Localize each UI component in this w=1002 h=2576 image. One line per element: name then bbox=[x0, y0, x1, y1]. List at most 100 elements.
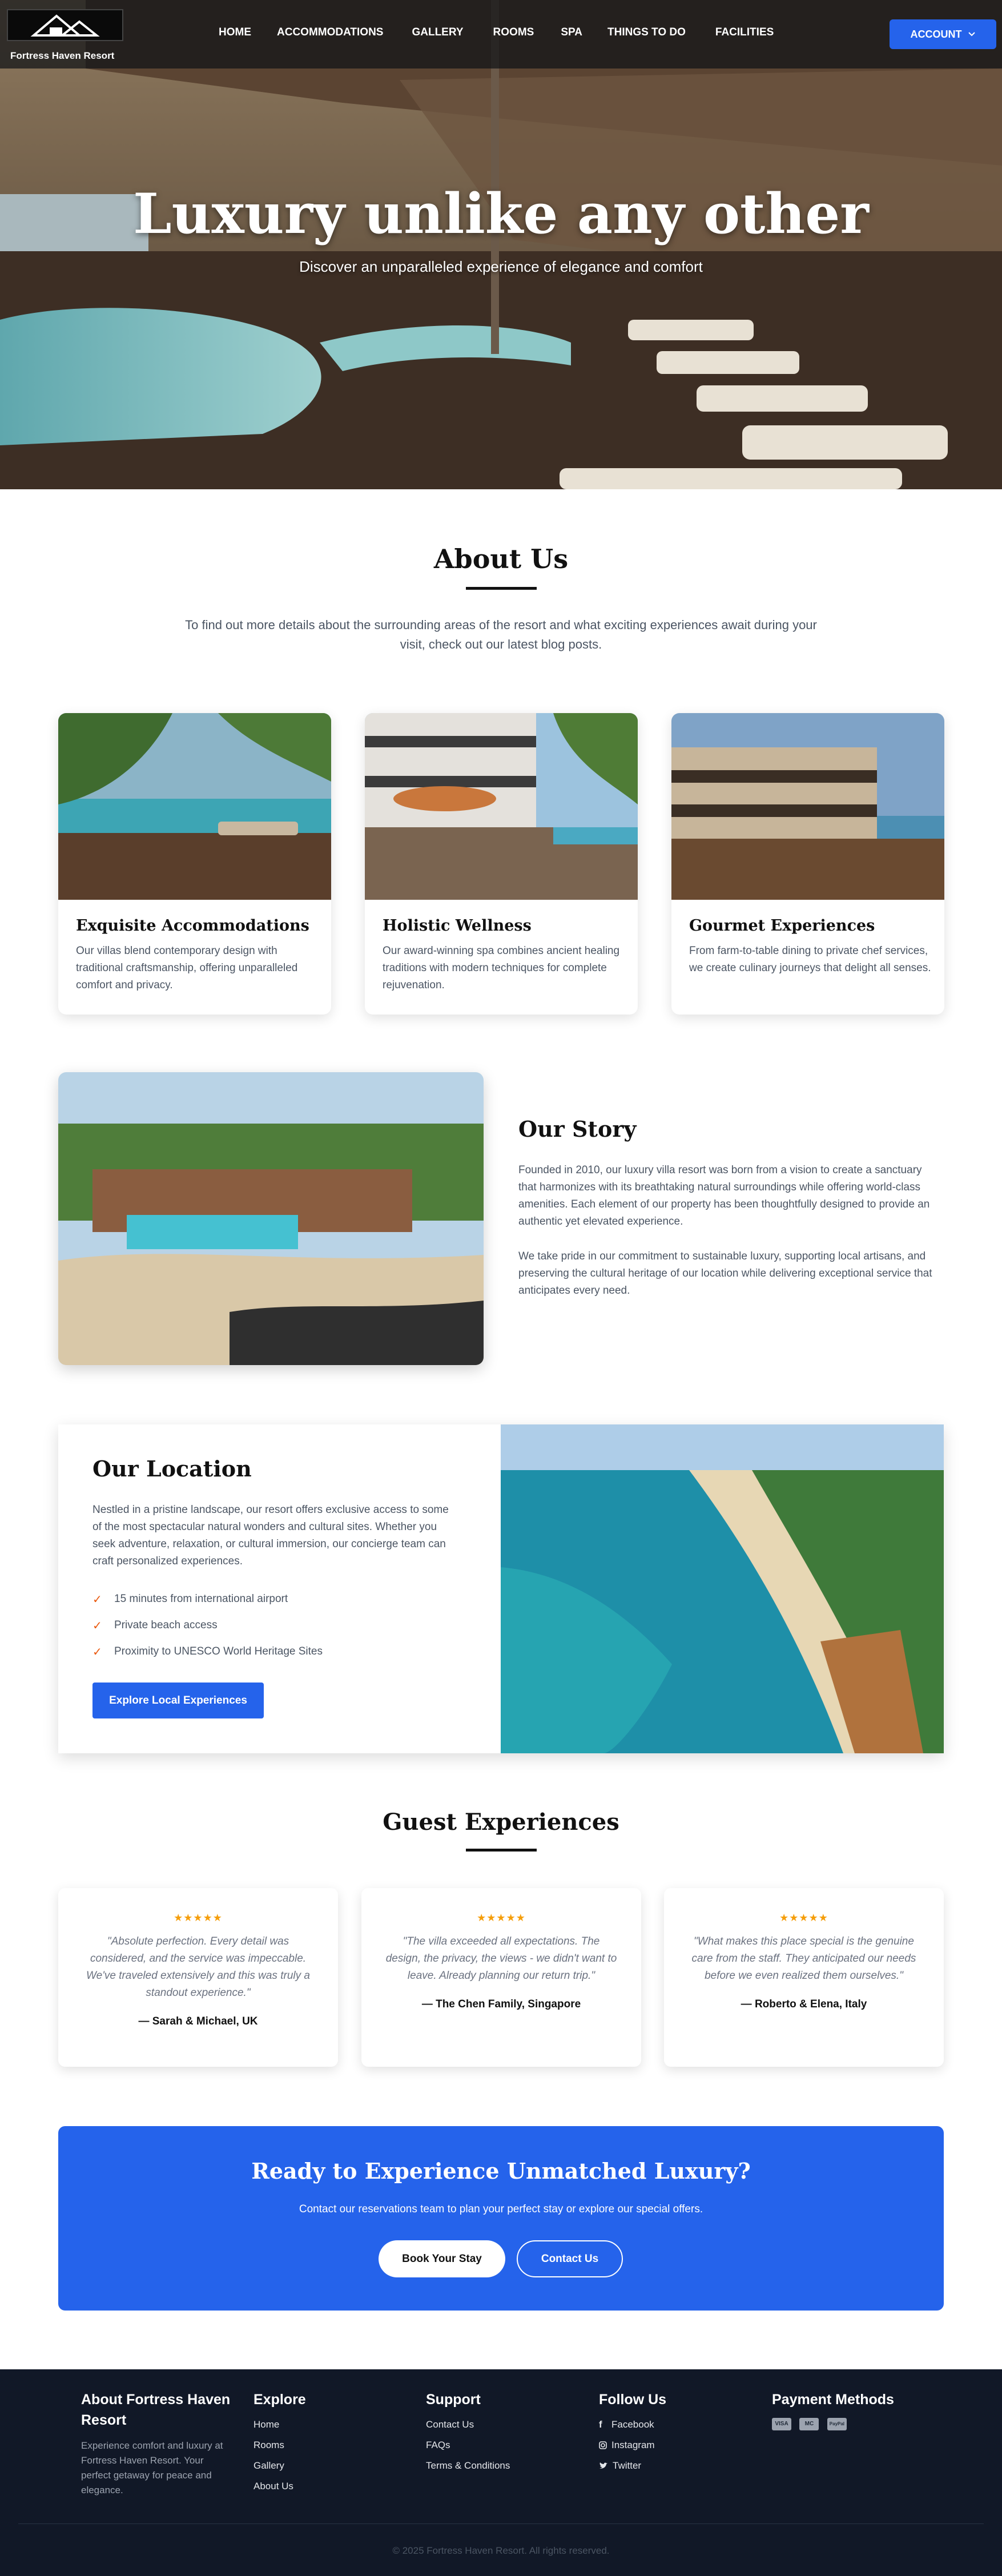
footer-about-text: Experience comfort and luxury at Fortres… bbox=[81, 2440, 223, 2496]
twitter-icon bbox=[599, 2462, 607, 2469]
instagram-label: Instagram bbox=[611, 2440, 655, 2450]
cta-banner: Ready to Experience Unmatched Luxury? Co… bbox=[58, 2126, 944, 2311]
footer-link-instagram[interactable]: Instagram bbox=[599, 2435, 666, 2456]
contact-us-button[interactable]: Contact Us bbox=[517, 2240, 623, 2277]
footer-explore-title: Explore bbox=[253, 2392, 306, 2408]
footer-divider bbox=[18, 2523, 984, 2524]
facebook-label: Facebook bbox=[611, 2419, 654, 2430]
mastercard-icon: MC bbox=[799, 2418, 819, 2430]
footer-link-rooms[interactable]: Rooms bbox=[253, 2435, 306, 2456]
check-label: Proximity to UNESCO World Heritage Sites bbox=[114, 1645, 323, 1657]
wellness-image bbox=[365, 713, 638, 900]
footer-link-facebook[interactable]: f Facebook bbox=[599, 2414, 666, 2435]
check-label: Private beach access bbox=[114, 1619, 218, 1631]
location-check-item: ✓ Private beach access bbox=[92, 1617, 218, 1634]
testimonial-author: — Sarah & Michael, UK bbox=[138, 2015, 258, 2027]
footer-link-home[interactable]: Home bbox=[253, 2414, 306, 2435]
accommodations-image bbox=[58, 713, 331, 900]
testimonial-author: — Roberto & Elena, Italy bbox=[741, 1998, 867, 2010]
check-label: 15 minutes from international airport bbox=[114, 1593, 288, 1605]
footer-payment-title: Payment Methods bbox=[772, 2392, 894, 2408]
logo[interactable] bbox=[7, 9, 123, 41]
footer-support: Support Contact Us FAQs Terms & Conditio… bbox=[426, 2389, 510, 2476]
card-text: Our villas blend contemporary design wit… bbox=[76, 945, 298, 991]
location-check-item: ✓ 15 minutes from international airport bbox=[92, 1591, 288, 1608]
story-paragraph: Founded in 2010, our luxury villa resort… bbox=[518, 1164, 930, 1227]
footer-payment: Payment Methods VISA MC PayPal bbox=[772, 2389, 894, 2430]
house-logo-icon bbox=[30, 14, 100, 37]
nav-accommodations[interactable]: ACCOMMODATIONS bbox=[277, 26, 383, 39]
book-stay-button[interactable]: Book Your Stay bbox=[379, 2240, 505, 2277]
twitter-label: Twitter bbox=[613, 2460, 642, 2471]
cta-title: Ready to Experience Unmatched Luxury? bbox=[251, 2158, 751, 2184]
location-title: Our Location bbox=[92, 1456, 252, 1482]
testimonial-quote: "The villa exceeded all expectations. Th… bbox=[385, 1935, 617, 1982]
rating-stars-icon: ★★★★★ bbox=[477, 1912, 526, 1923]
footer-follow-title: Follow Us bbox=[599, 2392, 667, 2408]
footer-link-contact[interactable]: Contact Us bbox=[426, 2414, 510, 2435]
about-text: To find out more details about the surro… bbox=[185, 618, 817, 651]
account-button[interactable]: ACCOUNT bbox=[890, 19, 996, 49]
footer-link-twitter[interactable]: Twitter bbox=[599, 2456, 666, 2476]
hero-title: Luxury unlike any other bbox=[133, 182, 869, 246]
location-text: Nestled in a pristine landscape, our res… bbox=[92, 1504, 449, 1567]
card-text: From farm-to-table dining to private che… bbox=[689, 945, 931, 974]
cta-text: Contact our reservations team to plan yo… bbox=[299, 2203, 703, 2215]
facebook-icon: f bbox=[599, 2419, 602, 2430]
guest-underline bbox=[466, 1849, 537, 1852]
footer-about: About Fortress Haven Resort Experience c… bbox=[81, 2389, 247, 2498]
nav-rooms[interactable]: ROOMS bbox=[493, 26, 534, 39]
footer-follow: Follow Us f Facebook Instagram Twitter bbox=[599, 2389, 666, 2476]
testimonial-quote: "Absolute perfection. Every detail was c… bbox=[86, 1935, 310, 1999]
footer-link-about[interactable]: About Us bbox=[253, 2476, 306, 2497]
guest-title: Guest Experiences bbox=[383, 1809, 619, 1836]
testimonial-author: — The Chen Family, Singapore bbox=[421, 1998, 581, 2010]
brand-name: Fortress Haven Resort bbox=[10, 50, 115, 61]
footer-link-faqs[interactable]: FAQs bbox=[426, 2435, 510, 2456]
card-title: Gourmet Experiences bbox=[689, 917, 875, 935]
footer-copyright: © 2025 Fortress Haven Resort. All rights… bbox=[392, 2545, 610, 2556]
footer-explore: Explore Home Rooms Gallery About Us bbox=[253, 2389, 306, 2497]
explore-local-button[interactable]: Explore Local Experiences bbox=[92, 1683, 264, 1718]
nav-home[interactable]: HOME bbox=[219, 26, 251, 39]
story-title: Our Story bbox=[518, 1116, 637, 1142]
nav-spa[interactable]: SPA bbox=[561, 26, 582, 39]
card-title: Exquisite Accommodations bbox=[76, 917, 309, 935]
testimonial-quote: "What makes this place special is the ge… bbox=[691, 1935, 916, 1982]
check-icon: ✓ bbox=[92, 1593, 102, 1606]
feature-card[interactable]: Exquisite Accommodations Our villas blen… bbox=[58, 713, 331, 1015]
location-check-item: ✓ Proximity to UNESCO World Heritage Sit… bbox=[92, 1643, 323, 1660]
top-nav: Fortress Haven Resort HOME ACCOMMODATION… bbox=[0, 0, 1002, 69]
hero-subtitle: Discover an unparalleled experience of e… bbox=[299, 258, 703, 275]
nav-links: HOME ACCOMMODATIONS GALLERY ROOMS SPA TH… bbox=[206, 26, 774, 39]
testimonial-card: ★★★★★ "Absolute perfection. Every detail… bbox=[58, 1888, 338, 2067]
footer-link-terms[interactable]: Terms & Conditions bbox=[426, 2456, 510, 2476]
visa-icon: VISA bbox=[772, 2418, 791, 2430]
instagram-icon bbox=[599, 2441, 607, 2449]
gourmet-image bbox=[671, 713, 944, 900]
nav-facilities[interactable]: FACILITIES bbox=[715, 26, 774, 39]
card-title: Holistic Wellness bbox=[383, 917, 532, 935]
testimonial-card: ★★★★★ "What makes this place special is … bbox=[664, 1888, 944, 2067]
feature-card[interactable]: Gourmet Experiences From farm-to-table d… bbox=[671, 713, 944, 1015]
check-icon: ✓ bbox=[92, 1645, 102, 1659]
footer-about-title: About Fortress Haven Resort bbox=[81, 2392, 231, 2428]
feature-card[interactable]: Holistic Wellness Our award-winning spa … bbox=[365, 713, 638, 1015]
about-title: About Us bbox=[433, 544, 569, 574]
footer-link-gallery[interactable]: Gallery bbox=[253, 2456, 306, 2476]
account-label: ACCOUNT bbox=[910, 28, 962, 40]
rating-stars-icon: ★★★★★ bbox=[174, 1912, 223, 1923]
testimonial-card: ★★★★★ "The villa exceeded all expectatio… bbox=[361, 1888, 641, 2067]
rating-stars-icon: ★★★★★ bbox=[779, 1912, 828, 1923]
nav-gallery[interactable]: GALLERY bbox=[412, 26, 463, 39]
location-image bbox=[501, 1424, 944, 1753]
story-image bbox=[58, 1072, 484, 1365]
nav-things-to-do[interactable]: THINGS TO DO bbox=[607, 26, 686, 39]
about-underline bbox=[466, 587, 537, 590]
card-text: Our award-winning spa combines ancient h… bbox=[383, 945, 620, 991]
story-paragraph: We take pride in our commitment to susta… bbox=[518, 1250, 932, 1297]
footer-support-title: Support bbox=[426, 2392, 481, 2408]
chevron-down-icon bbox=[968, 32, 975, 37]
paypal-icon: PayPal bbox=[827, 2418, 847, 2430]
hero-section: Luxury unlike any other Discover an unpa… bbox=[0, 0, 1002, 489]
